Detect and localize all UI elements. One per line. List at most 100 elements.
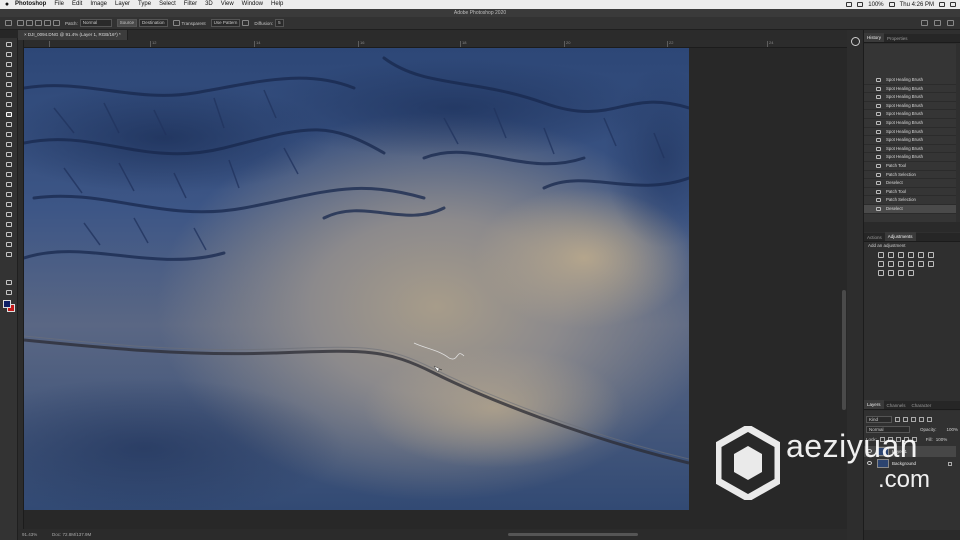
menu-3d[interactable]: 3D <box>201 0 217 9</box>
eraser-tool-icon[interactable] <box>5 150 13 158</box>
quick-selection-tool-icon[interactable] <box>5 70 13 78</box>
add-selection-icon[interactable] <box>35 20 42 26</box>
tab-adjustments[interactable]: Adjustments <box>884 232 916 241</box>
intersect-selection-icon[interactable] <box>53 20 60 26</box>
menu-window[interactable]: Window <box>238 0 267 9</box>
curves-icon[interactable] <box>898 252 904 258</box>
menu-app-name[interactable]: Photoshop <box>11 0 50 9</box>
horizontal-scrollbar[interactable] <box>508 533 638 536</box>
type-tool-icon[interactable] <box>5 200 13 208</box>
gradient-map-icon[interactable] <box>898 270 904 276</box>
zoom-level[interactable]: 91.43% <box>22 529 37 540</box>
search-icon[interactable] <box>921 20 928 26</box>
dropbox-icon[interactable] <box>846 2 853 7</box>
rectangle-tool-icon[interactable] <box>5 220 13 228</box>
selective-color-icon[interactable] <box>908 270 914 276</box>
document-image[interactable] <box>24 48 689 510</box>
history-item[interactable]: Spot Healing Brush <box>864 119 956 128</box>
levels-icon[interactable] <box>888 252 894 258</box>
exposure-icon[interactable] <box>908 252 914 258</box>
history-item[interactable]: Spot Healing Brush <box>864 102 956 111</box>
use-pattern-button[interactable]: Use Pattern <box>210 19 241 27</box>
history-item[interactable]: Spot Healing Brush <box>864 76 956 85</box>
posterize-icon[interactable] <box>878 270 884 276</box>
hue-saturation-icon[interactable] <box>928 252 934 258</box>
history-item[interactable]: Spot Healing Brush <box>864 153 956 162</box>
screen-mode-icon[interactable] <box>5 288 13 296</box>
menu-help[interactable]: Help <box>267 0 287 9</box>
path-selection-tool-icon[interactable] <box>5 210 13 218</box>
vibrance-icon[interactable] <box>918 252 924 258</box>
history-item[interactable]: Patch Tool <box>864 188 956 197</box>
history-panel-icon[interactable] <box>851 37 860 46</box>
black-white-icon[interactable] <box>888 261 894 267</box>
vertical-scrollbar[interactable] <box>842 290 846 410</box>
apple-icon[interactable]: ● <box>3 1 11 8</box>
hand-tool-icon[interactable] <box>5 230 13 238</box>
history-item-current[interactable]: Deselect <box>864 204 956 214</box>
lasso-tool-icon[interactable] <box>5 60 13 68</box>
menu-type[interactable]: Type <box>134 0 155 9</box>
history-item[interactable]: Spot Healing Brush <box>864 128 956 137</box>
quick-mask-icon[interactable] <box>5 278 13 286</box>
destination-button[interactable]: Destination <box>139 19 168 27</box>
menu-filter[interactable]: Filter <box>180 0 201 9</box>
brush-tool-icon[interactable] <box>5 120 13 128</box>
menu-select[interactable]: Select <box>155 0 180 9</box>
battery-icon[interactable] <box>888 2 895 7</box>
tab-history[interactable]: History <box>864 33 885 42</box>
photo-filter-icon[interactable] <box>898 261 904 267</box>
zoom-tool-icon[interactable] <box>5 240 13 248</box>
more-tools-icon[interactable] <box>5 250 13 258</box>
patch-mode-select[interactable]: Normal <box>79 19 112 27</box>
healing-brush-tool-icon[interactable] <box>5 110 13 118</box>
diffusion-input[interactable]: 5 <box>275 19 284 27</box>
history-item[interactable]: Deselect <box>864 179 956 188</box>
menu-view[interactable]: View <box>217 0 238 9</box>
history-brush-tool-icon[interactable] <box>5 140 13 148</box>
history-item[interactable]: Spot Healing Brush <box>864 93 956 102</box>
tab-layers[interactable]: Layers <box>864 400 884 409</box>
color-balance-icon[interactable] <box>878 261 884 267</box>
pen-tool-icon[interactable] <box>5 190 13 198</box>
invert-icon[interactable] <box>928 261 934 267</box>
transparent-checkbox[interactable] <box>172 20 180 26</box>
document-tab[interactable]: × DJI_0094.DNG @ 91.4% (Layer 1, RGB/16*… <box>18 30 128 40</box>
brightness-contrast-icon[interactable] <box>878 252 884 258</box>
history-item[interactable]: Patch Tool <box>864 162 956 171</box>
history-item[interactable]: Patch Selection <box>864 196 956 205</box>
channel-mixer-icon[interactable] <box>908 261 914 267</box>
color-lookup-icon[interactable] <box>918 261 924 267</box>
clone-stamp-tool-icon[interactable] <box>5 130 13 138</box>
home-icon[interactable] <box>5 20 12 26</box>
move-tool-icon[interactable] <box>5 40 13 48</box>
clock[interactable]: Thu 4:26 PM <box>900 2 934 8</box>
doc-size-info[interactable]: Doc: 72.8M/137.9M <box>52 529 91 540</box>
tab-character[interactable]: Character <box>909 403 935 409</box>
spotlight-icon[interactable] <box>939 2 945 7</box>
share-icon[interactable] <box>947 20 954 26</box>
dodge-tool-icon[interactable] <box>5 180 13 188</box>
foreground-color-swatch[interactable] <box>3 300 11 308</box>
close-icon[interactable]: × <box>24 32 27 37</box>
history-item[interactable]: Spot Healing Brush <box>864 85 956 94</box>
history-item[interactable]: Patch Selection <box>864 171 956 180</box>
frame-tool-icon[interactable] <box>5 90 13 98</box>
menu-file[interactable]: File <box>50 0 68 9</box>
history-item[interactable]: Spot Healing Brush <box>864 145 956 154</box>
notification-center-icon[interactable] <box>950 2 956 7</box>
tab-actions[interactable]: Actions <box>864 235 885 241</box>
crop-tool-icon[interactable] <box>5 80 13 88</box>
threshold-icon[interactable] <box>888 270 894 276</box>
tab-properties[interactable]: Properties <box>884 36 911 42</box>
blur-tool-icon[interactable] <box>5 170 13 178</box>
wifi-icon[interactable] <box>857 2 864 7</box>
menu-image[interactable]: Image <box>86 0 111 9</box>
source-button[interactable]: Source <box>116 19 138 27</box>
history-item[interactable]: Spot Healing Brush <box>864 110 956 119</box>
gradient-tool-icon[interactable] <box>5 160 13 168</box>
menu-edit[interactable]: Edit <box>68 0 86 9</box>
tab-channels[interactable]: Channels <box>884 403 909 409</box>
new-selection-icon[interactable] <box>26 20 33 26</box>
patch-tool-icon[interactable] <box>17 20 24 26</box>
